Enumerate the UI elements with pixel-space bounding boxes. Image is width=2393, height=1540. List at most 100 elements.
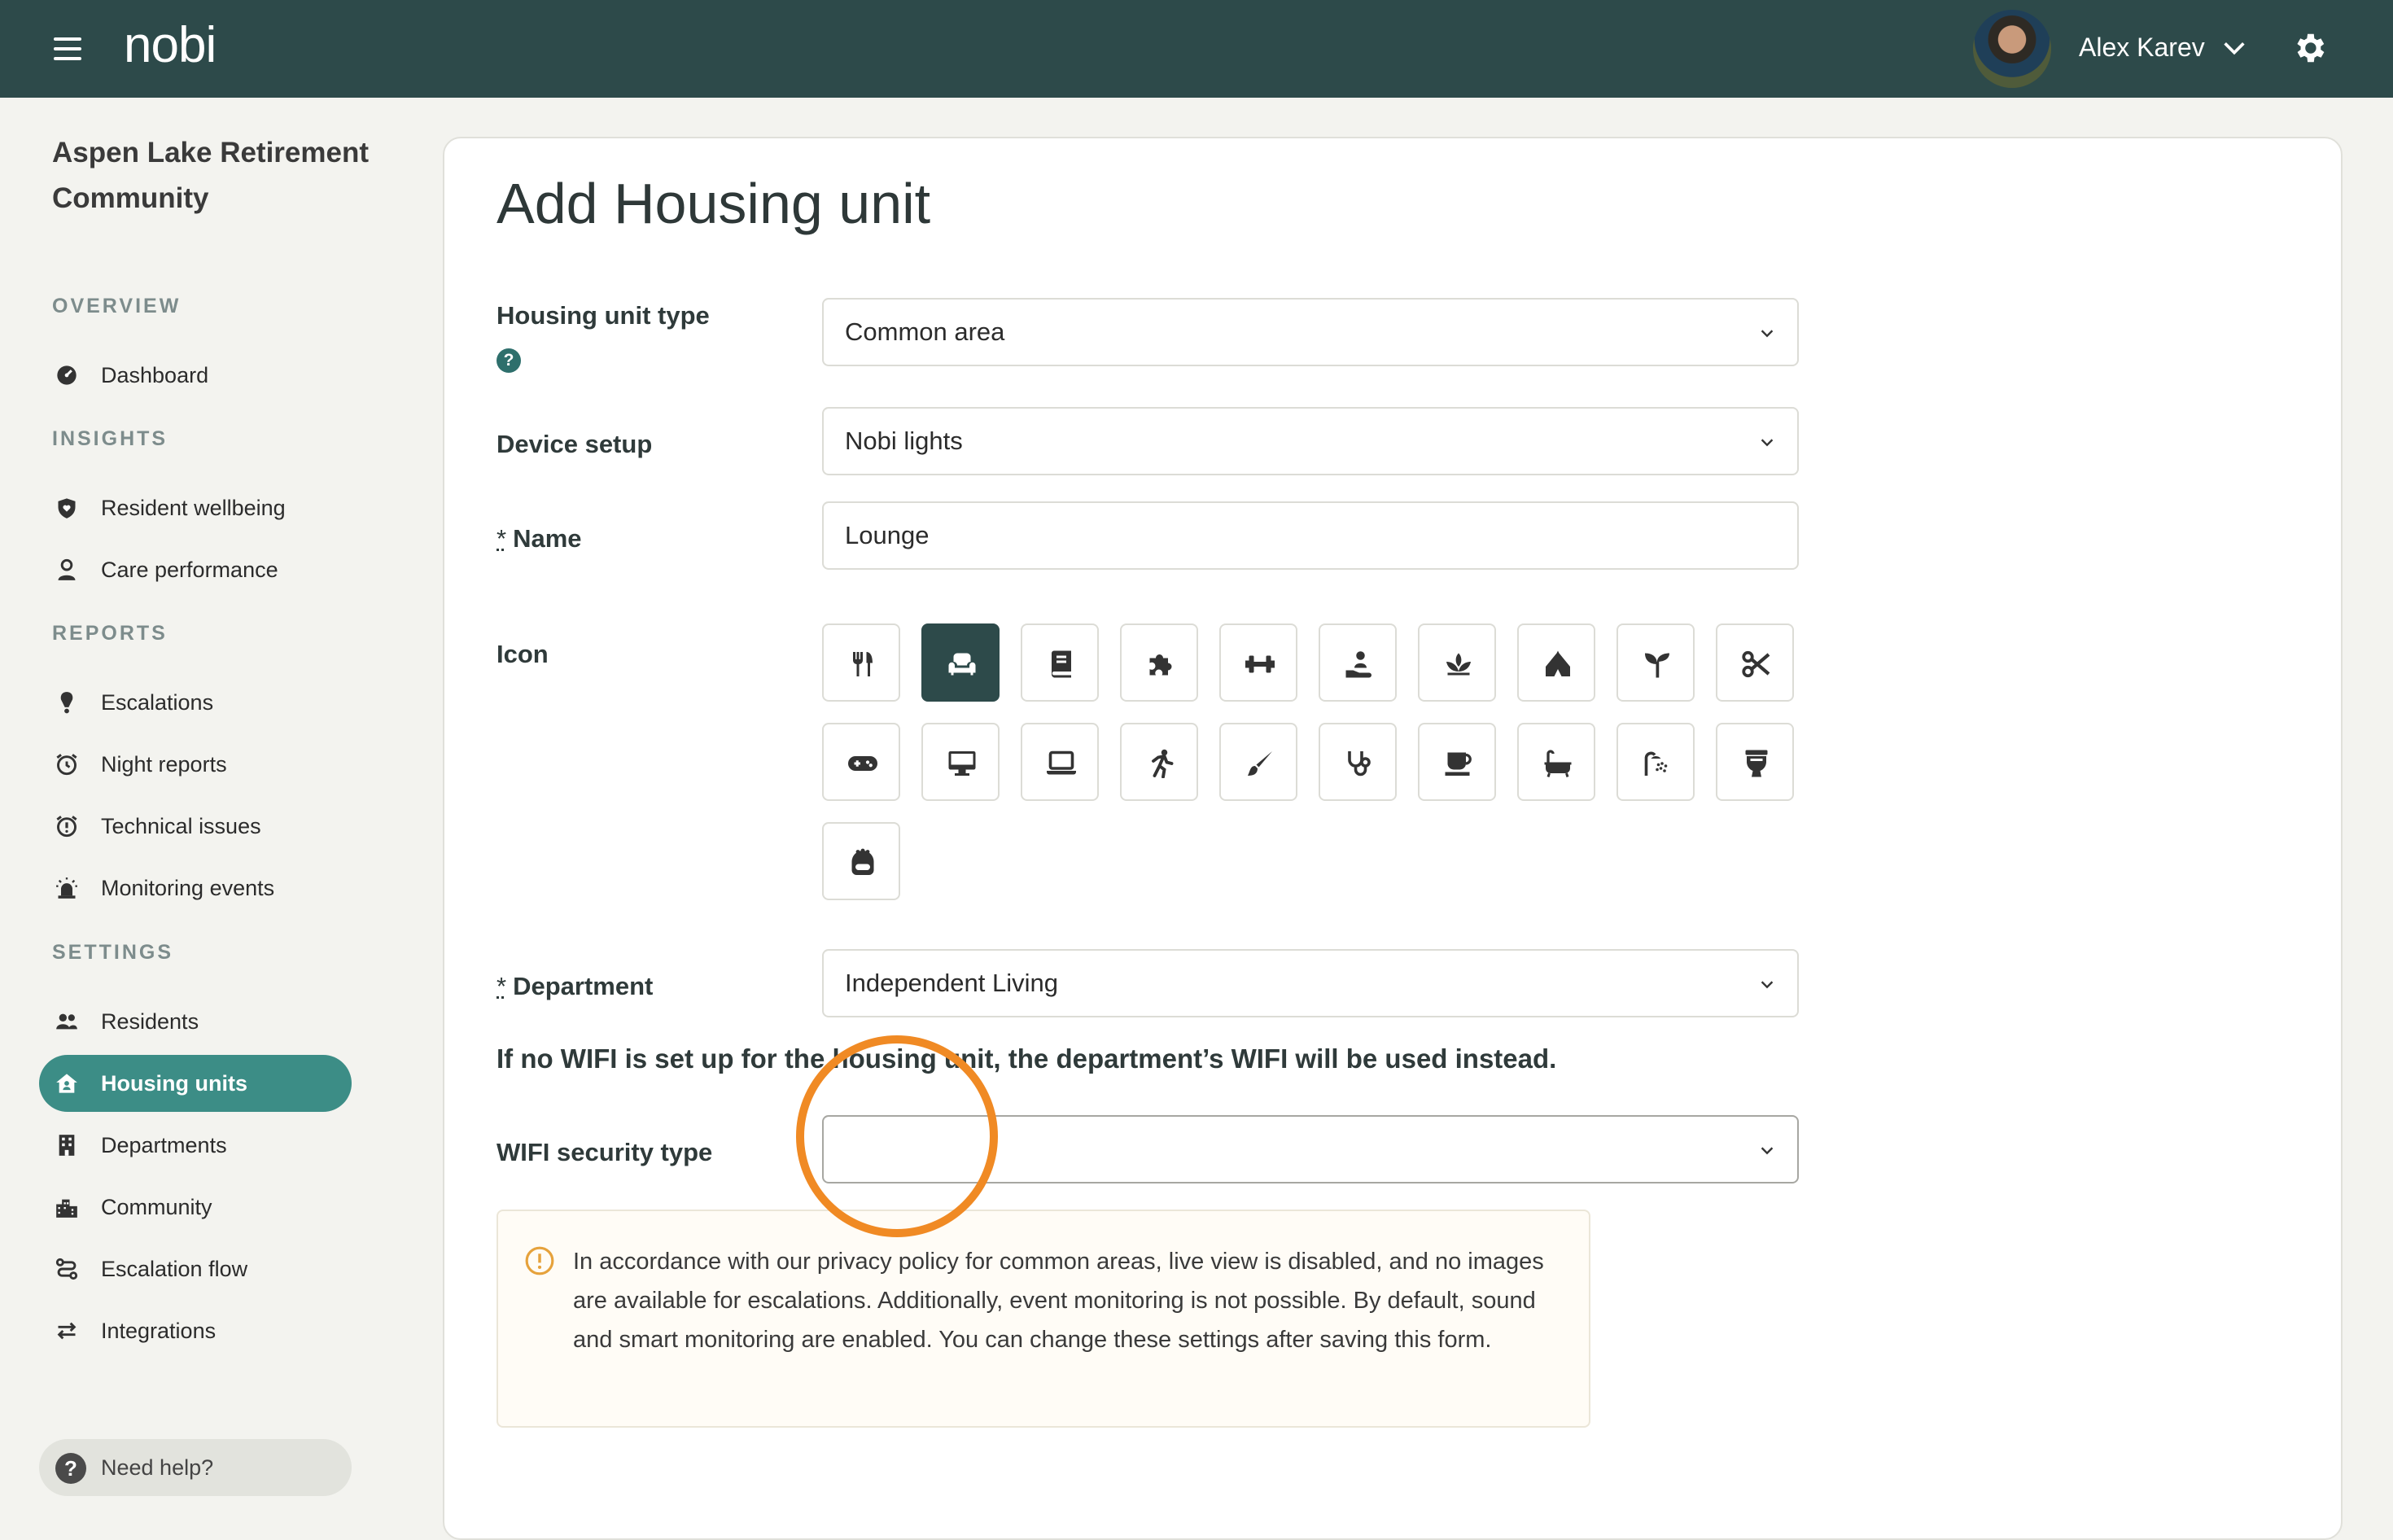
sidebar-item-night-reports[interactable]: Night reports [39, 736, 352, 793]
icon-option-utensils[interactable] [822, 623, 900, 702]
need-help-button[interactable]: ? Need help? [39, 1439, 352, 1496]
robot-bath-icon [851, 848, 874, 875]
icon-option-tent[interactable] [1517, 623, 1595, 702]
icon-label: Icon [497, 640, 549, 668]
icon-option-shower[interactable] [1616, 723, 1695, 801]
sidebar: Aspen Lake Retirement Community OVERVIEW… [0, 98, 391, 1503]
sidebar-item-departments[interactable]: Departments [39, 1117, 352, 1174]
stethoscope-icon [1348, 751, 1371, 777]
chevron-down-icon [1761, 981, 1774, 989]
alarm-warning-icon [56, 816, 77, 838]
sidebar-item-care-performance[interactable]: Care performance [39, 541, 352, 598]
building-icon [59, 1135, 75, 1156]
chevron-down-icon [1761, 330, 1774, 338]
sidebar-item-label: Technical issues [101, 814, 261, 838]
coffee-icon [1445, 752, 1472, 776]
sidebar-item-label: Resident wellbeing [101, 496, 286, 520]
user-name[interactable]: Alex Karev [2079, 33, 2205, 63]
sidebar-item-resident-wellbeing[interactable]: Resident wellbeing [39, 479, 352, 536]
sidebar-item-residents[interactable]: Residents [39, 993, 352, 1050]
housing-unit-type-select[interactable]: Common area [822, 298, 1799, 366]
sidebar-item-escalations[interactable]: Escalations [39, 674, 352, 731]
sidebar-item-label: Integrations [101, 1319, 217, 1343]
section-overview: OVERVIEW [52, 295, 182, 317]
sidebar-item-integrations[interactable]: Integrations [39, 1302, 352, 1359]
icon-option-puzzle[interactable] [1120, 623, 1198, 702]
sidebar-item-label: Escalation flow [101, 1257, 248, 1281]
gamepad-icon [848, 756, 877, 771]
shower-icon [1644, 751, 1668, 776]
icon-option-gamepad[interactable] [822, 723, 900, 801]
page-title: Add Housing unit [497, 172, 931, 235]
device-setup-label: Device setup [497, 430, 653, 458]
alarm-clock-icon [56, 754, 77, 776]
icon-option-scissors[interactable] [1716, 623, 1794, 702]
sidebar-item-community[interactable]: Community [39, 1179, 352, 1236]
section-reports: REPORTS [52, 622, 168, 645]
section-settings: SETTINGS [52, 941, 174, 964]
sidebar-item-label: Housing units [101, 1071, 247, 1096]
route-icon [55, 1258, 78, 1280]
couch-icon [948, 653, 976, 676]
sidebar-item-label: Residents [101, 1009, 199, 1034]
sidebar-item-label: Monitoring events [101, 876, 275, 900]
department-value: Independent Living [845, 969, 1059, 997]
chevron-down-icon [1761, 1147, 1774, 1155]
dumbbell-icon [1245, 655, 1275, 673]
device-setup-select[interactable]: Nobi lights [822, 407, 1799, 475]
people-icon [56, 1013, 77, 1030]
privacy-notice: In accordance with our privacy policy fo… [497, 1210, 1590, 1428]
sidebar-item-technical-issues[interactable]: Technical issues [39, 798, 352, 855]
question-mark-icon: ? [55, 1453, 86, 1484]
hamburger-menu-icon[interactable] [54, 37, 81, 60]
wifi-security-label: WIFI security type [497, 1138, 713, 1166]
wifi-note: If no WIFI is set up for the housing uni… [497, 1043, 1557, 1074]
sidebar-item-label: Departments [101, 1133, 227, 1157]
scissors-icon [1742, 650, 1770, 678]
icon-option-coffee[interactable] [1418, 723, 1496, 801]
house-user-icon [56, 1074, 77, 1093]
chevron-down-icon[interactable] [2220, 34, 2248, 62]
privacy-notice-text: In accordance with our privacy policy fo… [573, 1249, 1544, 1353]
sidebar-item-dashboard[interactable]: Dashboard [39, 347, 352, 404]
icon-option-seedling[interactable] [1616, 623, 1695, 702]
person-badge-icon [58, 558, 76, 580]
icon-option-paintbrush[interactable] [1219, 723, 1297, 801]
bathtub-icon [1544, 750, 1572, 777]
icon-option-desktop[interactable] [921, 723, 1000, 801]
running-person-icon [1152, 749, 1174, 778]
name-value: Lounge [845, 521, 930, 549]
sidebar-item-housing-units[interactable]: Housing units [39, 1055, 352, 1112]
chevron-down-icon [1761, 439, 1774, 447]
click-highlight-ring [796, 1035, 998, 1237]
icon-option-couch[interactable] [921, 623, 1000, 702]
need-help-label: Need help? [101, 1455, 214, 1480]
department-select[interactable]: Independent Living [822, 949, 1799, 1017]
nobi-logo[interactable]: nobi [124, 16, 217, 74]
icon-option-laptop[interactable] [1021, 723, 1099, 801]
toilet-icon [1745, 750, 1768, 777]
sidebar-item-escalation-flow[interactable]: Escalation flow [39, 1240, 352, 1297]
name-input[interactable]: Lounge [822, 501, 1799, 570]
icon-option-lotus[interactable] [1418, 623, 1496, 702]
city-icon [56, 1199, 77, 1218]
arrows-exchange-icon [57, 1322, 77, 1340]
icon-option-hand-holding-person[interactable] [1319, 623, 1397, 702]
icon-option-bathtub[interactable] [1517, 723, 1595, 801]
icon-option-dumbbell[interactable] [1219, 623, 1297, 702]
icon-option-book[interactable] [1021, 623, 1099, 702]
community-name: Aspen Lake Retirement Community [52, 137, 370, 214]
icon-option-robot-bath[interactable] [822, 822, 900, 900]
housing-unit-type-label: Housing unit type [497, 301, 710, 330]
icon-option-toilet[interactable] [1716, 723, 1794, 801]
sidebar-item-label: Night reports [101, 752, 227, 777]
icon-option-stethoscope[interactable] [1319, 723, 1397, 801]
sidebar-item-monitoring-events[interactable]: Monitoring events [39, 860, 352, 917]
book-icon [1051, 650, 1071, 678]
help-circle-icon[interactable]: ? [497, 348, 521, 373]
warning-circle-icon [525, 1246, 554, 1275]
gear-icon[interactable] [2290, 29, 2328, 67]
icon-option-running-person[interactable] [1120, 723, 1198, 801]
alert-pin-icon [60, 692, 73, 714]
user-avatar[interactable] [1973, 10, 2051, 88]
